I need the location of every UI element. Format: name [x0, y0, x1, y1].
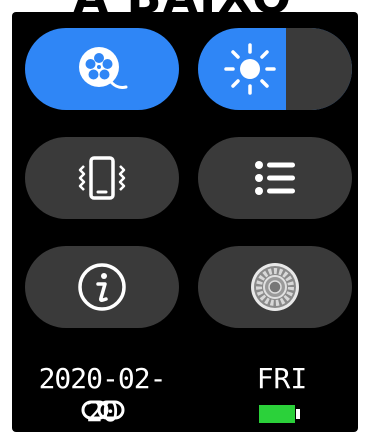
link-icon	[81, 400, 125, 420]
brightness-level-track	[286, 28, 352, 110]
settings-tile[interactable]	[198, 246, 352, 328]
list-menu-icon	[255, 161, 295, 195]
info-tile[interactable]	[25, 246, 179, 328]
video-player-tile[interactable]	[25, 28, 179, 110]
info-icon	[78, 263, 126, 311]
weekday-label: FRI	[256, 362, 308, 395]
brightness-icon	[224, 43, 276, 95]
brightness-tile[interactable]	[198, 28, 352, 110]
film-reel-icon	[79, 47, 128, 89]
menu-tile[interactable]	[198, 137, 352, 219]
settings-gear-icon	[251, 263, 299, 311]
vibration-tile[interactable]	[25, 137, 179, 219]
vibrate-icon	[78, 156, 126, 200]
battery-icon	[259, 405, 300, 423]
watch-screen: 2020-02-20 FRI	[12, 12, 358, 432]
